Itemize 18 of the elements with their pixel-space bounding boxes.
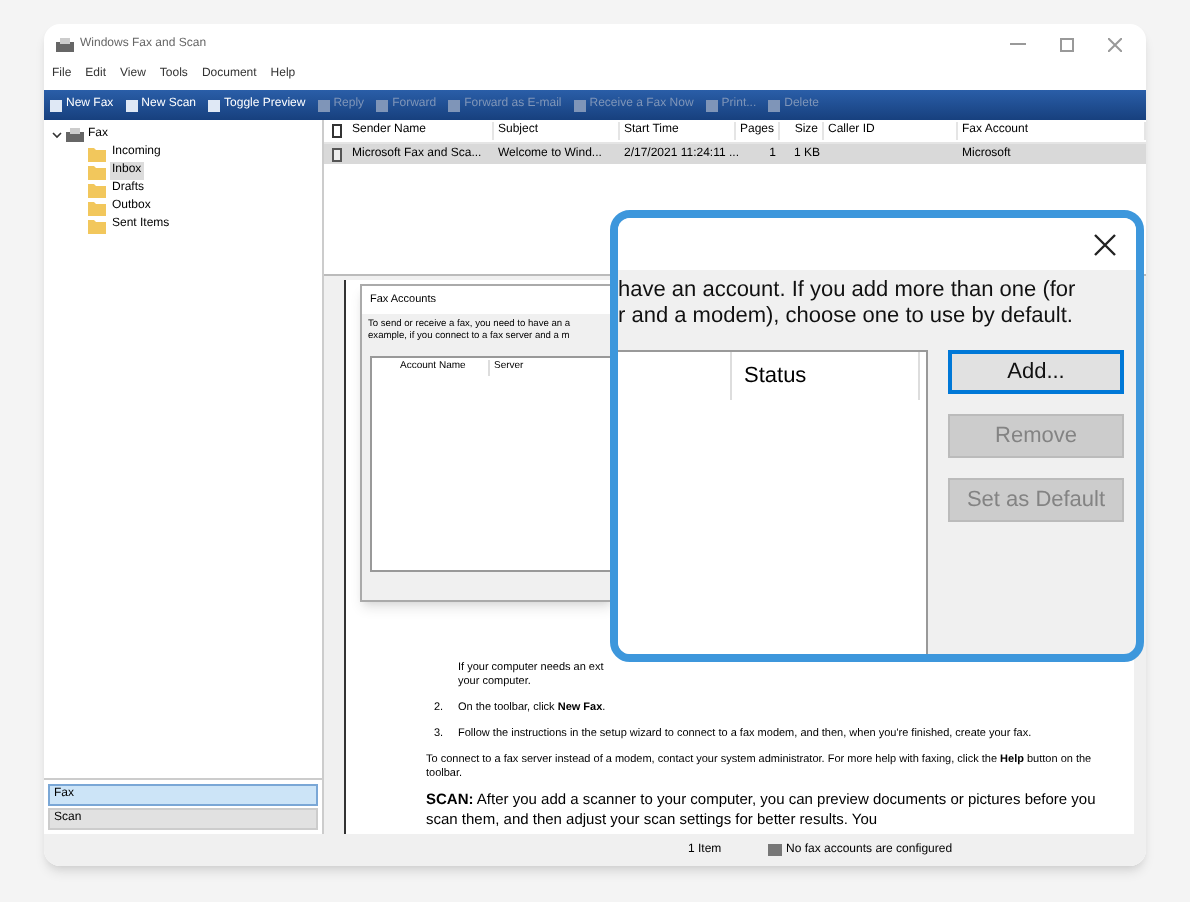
chevron-icon[interactable] xyxy=(52,130,62,140)
close-icon[interactable] xyxy=(1094,233,1116,255)
toolbar-icon xyxy=(768,99,781,111)
column-header[interactable]: Status xyxy=(730,352,920,400)
toolbar-icon xyxy=(50,99,62,111)
page-icon xyxy=(331,124,341,138)
toolbar-icon xyxy=(125,99,138,111)
toolbar-icon xyxy=(573,99,586,111)
dialog-text: have an account. If you add more than one (for xyxy=(618,278,1078,304)
toolbar-icon xyxy=(376,99,389,111)
toolbar-icon xyxy=(448,99,461,111)
maximize-icon[interactable] xyxy=(1060,37,1074,51)
toolbar-icon xyxy=(705,99,718,111)
dialog-text: r and a modem), choose one to use by default. xyxy=(618,304,1075,330)
fax-document-icon xyxy=(331,147,341,161)
toolbar-icon xyxy=(317,99,330,111)
dialog-button[interactable]: Add... xyxy=(948,350,1124,394)
toolbar-icon xyxy=(208,99,221,111)
